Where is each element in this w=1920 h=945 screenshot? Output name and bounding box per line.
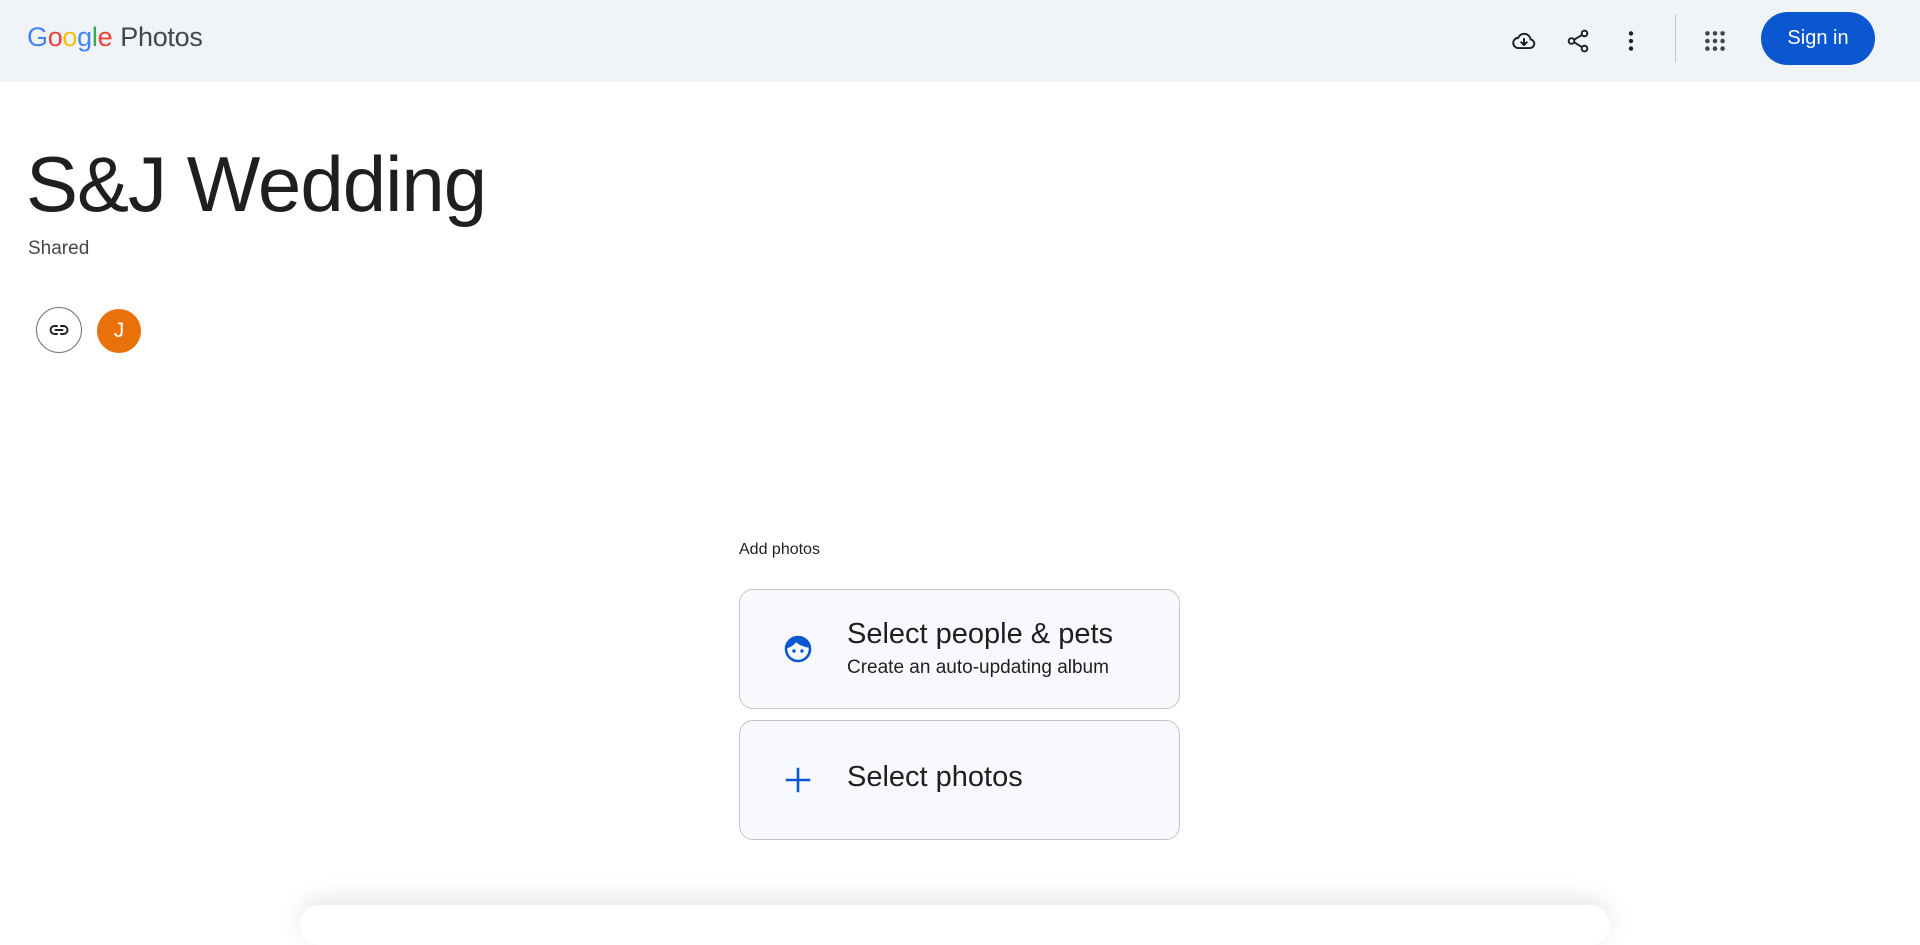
top-app-bar: Google Photos Sign in [0, 0, 1920, 82]
select-people-pets-button[interactable]: Select people & pets Create an auto-upda… [739, 589, 1180, 709]
header-divider [1675, 14, 1676, 62]
product-name: Photos [120, 21, 203, 52]
logo-letter: g [77, 21, 92, 52]
google-apps-button[interactable] [1691, 17, 1739, 65]
album-status: Shared [28, 238, 90, 259]
more-options-button[interactable] [1607, 17, 1655, 65]
face-icon [782, 633, 814, 665]
more-vertical-icon [1628, 31, 1634, 51]
bottom-panel-shadow [300, 905, 1610, 945]
apps-grid-icon [1705, 31, 1725, 51]
link-icon [49, 325, 69, 335]
google-photos-logo[interactable]: Google Photos [27, 20, 203, 54]
card-title: Select photos [847, 761, 1023, 793]
cloud-download-icon [1512, 32, 1536, 50]
download-button[interactable] [1500, 17, 1548, 65]
avatar[interactable]: J [97, 309, 141, 353]
select-photos-button[interactable]: Select photos [739, 720, 1180, 840]
card-title: Select people & pets [847, 618, 1114, 650]
share-button[interactable] [1554, 17, 1602, 65]
card-subtitle: Create an auto-updating album [847, 657, 1109, 678]
logo-letter: o [47, 21, 63, 52]
album-title: S&J Wedding [26, 140, 487, 228]
logo-letter: e [97, 21, 113, 52]
sign-in-button[interactable]: Sign in [1761, 12, 1875, 65]
share-link-button[interactable] [36, 307, 82, 353]
add-photos-label: Add photos [739, 541, 820, 558]
logo-letter: G [27, 21, 48, 52]
logo-letter: o [62, 21, 78, 52]
plus-icon [782, 764, 814, 796]
share-icon [1567, 29, 1589, 53]
